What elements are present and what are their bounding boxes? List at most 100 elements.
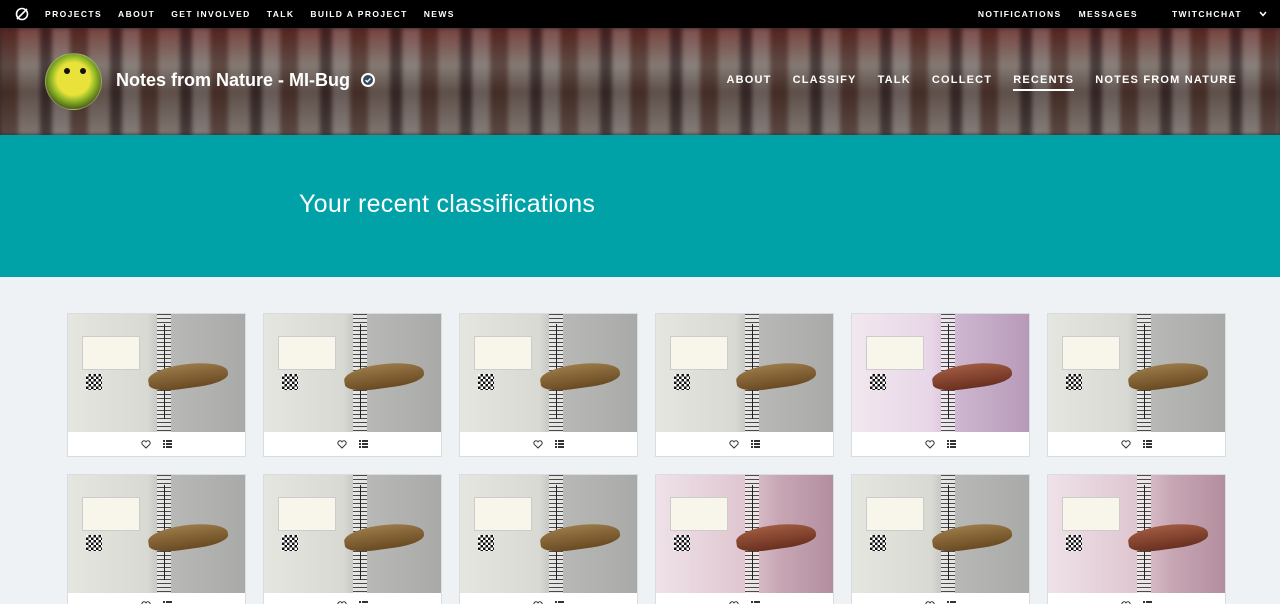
qr-code-icon <box>478 535 494 551</box>
card-actions <box>852 593 1029 604</box>
project-avatar[interactable] <box>45 53 102 110</box>
heart-icon[interactable] <box>728 438 740 450</box>
specimen-thumbnail[interactable] <box>264 314 441 432</box>
specimen-thumbnail[interactable] <box>852 475 1029 593</box>
card-actions <box>460 593 637 604</box>
heart-icon[interactable] <box>140 599 152 604</box>
card-actions <box>1048 593 1225 604</box>
specimen-label <box>82 336 140 370</box>
heart-icon[interactable] <box>532 599 544 604</box>
heart-icon[interactable] <box>1120 438 1132 450</box>
list-icon[interactable] <box>554 438 566 450</box>
card-actions <box>264 432 441 456</box>
classification-card[interactable] <box>263 474 442 604</box>
user-menu[interactable]: TWITCHCHAT <box>1155 9 1267 19</box>
project-nav-about[interactable]: ABOUT <box>726 74 771 91</box>
specimen-photo <box>656 475 833 593</box>
card-actions <box>68 593 245 604</box>
list-icon[interactable] <box>358 438 370 450</box>
classification-card[interactable] <box>851 474 1030 604</box>
project-nav-collect[interactable]: COLLECT <box>932 74 992 91</box>
qr-code-icon <box>870 535 886 551</box>
project-title[interactable]: Notes from Nature - MI-Bug <box>116 70 350 91</box>
nav-notifications[interactable]: NOTIFICATIONS <box>978 9 1062 19</box>
specimen-label <box>670 497 728 531</box>
specimen-photo <box>852 475 1029 593</box>
qr-code-icon <box>674 535 690 551</box>
specimen-label <box>866 497 924 531</box>
heart-icon[interactable] <box>336 599 348 604</box>
list-icon[interactable] <box>1142 438 1154 450</box>
nav-projects[interactable]: PROJECTS <box>45 9 102 19</box>
specimen-thumbnail[interactable] <box>68 475 245 593</box>
nav-about[interactable]: ABOUT <box>118 9 155 19</box>
specimen-photo <box>656 314 833 432</box>
classification-card[interactable] <box>263 313 442 457</box>
specimen-thumbnail[interactable] <box>460 314 637 432</box>
specimen-photo <box>264 314 441 432</box>
classification-card[interactable] <box>851 313 1030 457</box>
list-icon[interactable] <box>162 599 174 604</box>
specimen-thumbnail[interactable] <box>656 314 833 432</box>
classification-card[interactable] <box>67 313 246 457</box>
nav-get-involved[interactable]: GET INVOLVED <box>171 9 250 19</box>
classification-card[interactable] <box>655 313 834 457</box>
nav-build-a-project[interactable]: BUILD A PROJECT <box>310 9 407 19</box>
recents-banner: Your recent classifications <box>0 135 1280 277</box>
project-nav-notes-from-nature[interactable]: NOTES FROM NATURE <box>1095 74 1237 91</box>
qr-code-icon <box>86 374 102 390</box>
site-topbar: PROJECTS ABOUT GET INVOLVED TALK BUILD A… <box>0 0 1280 28</box>
list-icon[interactable] <box>750 599 762 604</box>
heart-icon[interactable] <box>1120 599 1132 604</box>
heart-icon[interactable] <box>532 438 544 450</box>
heart-icon[interactable] <box>336 438 348 450</box>
list-icon[interactable] <box>358 599 370 604</box>
verified-badge-icon <box>361 73 375 87</box>
qr-code-icon <box>478 374 494 390</box>
list-icon[interactable] <box>946 438 958 450</box>
heart-icon[interactable] <box>924 599 936 604</box>
project-nav-talk[interactable]: TALK <box>878 74 911 91</box>
zooniverse-logo-icon[interactable] <box>15 7 29 21</box>
list-icon[interactable] <box>750 438 762 450</box>
heart-icon[interactable] <box>924 438 936 450</box>
nav-talk[interactable]: TALK <box>267 9 295 19</box>
specimen-photo <box>68 314 245 432</box>
nav-messages[interactable]: MESSAGES <box>1079 9 1138 19</box>
classification-card[interactable] <box>1047 313 1226 457</box>
qr-code-icon <box>282 374 298 390</box>
project-nav: ABOUT CLASSIFY TALK COLLECT RECENTS NOTE… <box>705 74 1237 91</box>
classification-card[interactable] <box>67 474 246 604</box>
specimen-label <box>474 336 532 370</box>
classification-card[interactable] <box>655 474 834 604</box>
heart-icon[interactable] <box>728 599 740 604</box>
user-nav: NOTIFICATIONS MESSAGES TWITCHCHAT <box>961 9 1267 19</box>
qr-code-icon <box>282 535 298 551</box>
classification-card[interactable] <box>459 313 638 457</box>
specimen-thumbnail[interactable] <box>264 475 441 593</box>
nav-news[interactable]: NEWS <box>424 9 455 19</box>
specimen-label <box>866 336 924 370</box>
classification-card[interactable] <box>1047 474 1226 604</box>
classification-card[interactable] <box>459 474 638 604</box>
page-title: Your recent classifications <box>299 190 596 218</box>
specimen-label <box>278 336 336 370</box>
heart-icon[interactable] <box>140 438 152 450</box>
specimen-thumbnail[interactable] <box>68 314 245 432</box>
list-icon[interactable] <box>1142 599 1154 604</box>
specimen-thumbnail[interactable] <box>852 314 1029 432</box>
project-nav-classify[interactable]: CLASSIFY <box>793 74 857 91</box>
specimen-photo <box>460 314 637 432</box>
list-icon[interactable] <box>162 438 174 450</box>
specimen-thumbnail[interactable] <box>656 475 833 593</box>
list-icon[interactable] <box>554 599 566 604</box>
user-name: TWITCHCHAT <box>1171 9 1242 19</box>
specimen-thumbnail[interactable] <box>460 475 637 593</box>
project-header: Notes from Nature - MI-Bug ABOUT CLASSIF… <box>0 28 1280 135</box>
list-icon[interactable] <box>946 599 958 604</box>
specimen-thumbnail[interactable] <box>1048 314 1225 432</box>
specimen-thumbnail[interactable] <box>1048 475 1225 593</box>
project-nav-recents[interactable]: RECENTS <box>1013 74 1075 91</box>
card-actions <box>852 432 1029 456</box>
specimen-label <box>1062 336 1120 370</box>
